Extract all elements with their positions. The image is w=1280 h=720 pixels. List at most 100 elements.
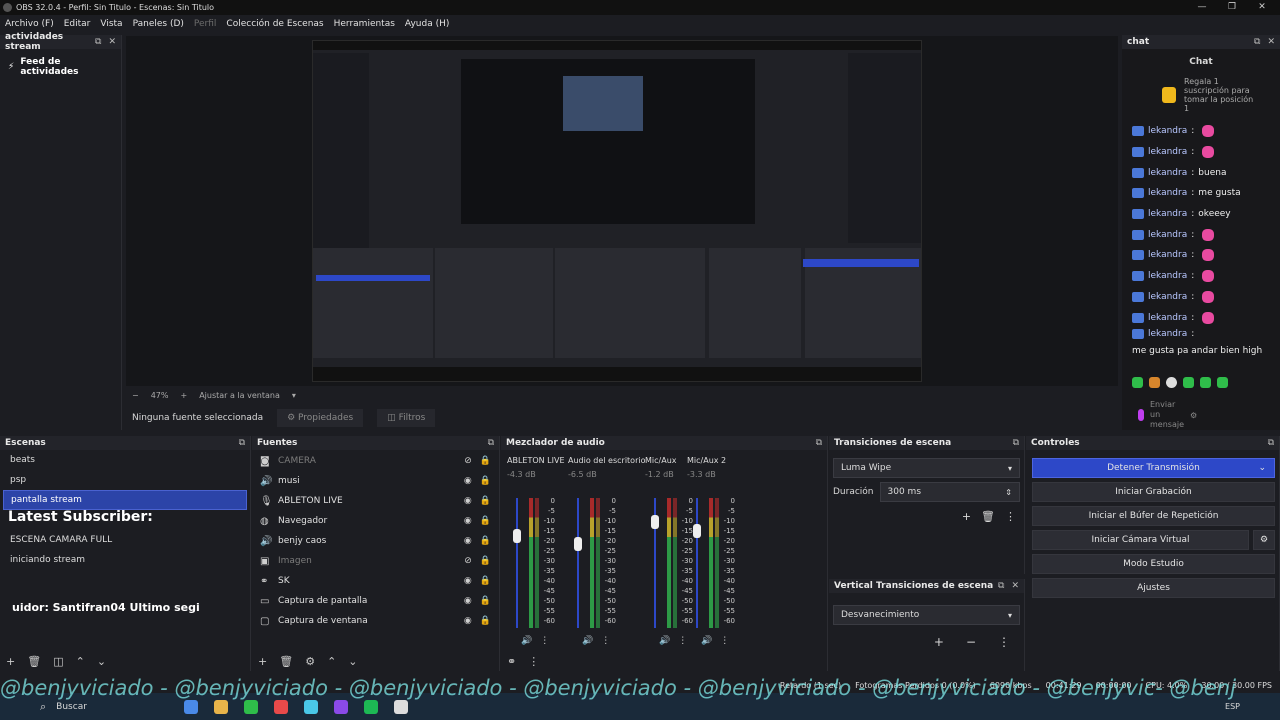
chat-username[interactable]: lekandra <box>1148 250 1187 260</box>
app-icon[interactable] <box>334 699 349 714</box>
move-up-button[interactable]: ⌃ <box>76 655 85 668</box>
start-virtual-camera-button[interactable]: Iniciar Cámara Virtual <box>1032 530 1249 550</box>
add-scene-button[interactable]: + <box>6 655 15 668</box>
remove-vtransition-button[interactable]: − <box>966 635 976 649</box>
emote-icon[interactable] <box>1217 377 1228 388</box>
eye-hidden-icon[interactable]: ⊘ <box>464 456 472 466</box>
float-icon[interactable]: ⧉ <box>998 581 1004 591</box>
lock-icon[interactable]: 🔒 <box>480 616 491 626</box>
stepper-icon[interactable]: ⇕ <box>1005 488 1012 497</box>
app-icon[interactable] <box>274 699 289 714</box>
lock-icon[interactable]: 🔒 <box>480 516 491 526</box>
eye-icon[interactable]: ◉ <box>464 596 472 606</box>
lock-icon[interactable]: 🔒 <box>480 576 491 586</box>
channel-menu-button[interactable]: ⋮ <box>540 636 549 646</box>
float-icon[interactable]: ⧉ <box>816 438 822 448</box>
scene-filters-button[interactable]: ◫ <box>53 655 63 668</box>
float-icon[interactable]: ⧉ <box>1254 37 1260 47</box>
stop-streaming-button[interactable]: Detener Transmisión ⌄ <box>1032 458 1275 478</box>
menu-item[interactable]: Herramientas <box>329 19 400 29</box>
eye-icon[interactable]: ◉ <box>464 576 472 586</box>
speaker-icon[interactable]: 🔊 <box>521 636 532 646</box>
properties-button[interactable]: ⚙ Propiedades <box>277 409 364 427</box>
float-icon[interactable]: ⧉ <box>488 438 494 448</box>
chat-username[interactable]: lekandra <box>1148 230 1187 240</box>
lock-icon[interactable]: 🔒 <box>480 556 491 566</box>
eye-icon[interactable]: ◉ <box>464 536 472 546</box>
float-icon[interactable]: ⧉ <box>1013 438 1019 448</box>
eye-icon[interactable]: ◉ <box>464 476 472 486</box>
zoom-out-button[interactable]: − <box>132 391 139 400</box>
speaker-icon[interactable]: 🔊 <box>582 636 593 646</box>
lock-icon[interactable]: 🔒 <box>480 476 491 486</box>
emote-icon[interactable] <box>1132 377 1143 388</box>
menu-item[interactable]: Paneles (D) <box>128 19 189 29</box>
eye-icon[interactable]: ◉ <box>464 496 472 506</box>
emote-icon[interactable] <box>1200 377 1211 388</box>
chat-input[interactable]: Enviar un mensaje ⚙ <box>1138 400 1197 430</box>
source-item[interactable]: 🔊 benjy caos ◉ 🔒 <box>252 531 499 551</box>
chat-username[interactable]: lekandra <box>1148 271 1187 281</box>
add-transition-button[interactable]: + <box>962 510 971 523</box>
move-down-button[interactable]: ⌄ <box>97 655 106 668</box>
menu-item[interactable]: Vista <box>95 19 127 29</box>
app-icon[interactable] <box>184 699 199 714</box>
menu-item[interactable]: Archivo (F) <box>0 19 59 29</box>
chat-username[interactable]: lekandra <box>1148 292 1187 302</box>
filters-button[interactable]: ◫ Filtros <box>377 409 436 427</box>
chat-username[interactable]: lekandra <box>1148 188 1187 198</box>
mic-icon[interactable] <box>1138 409 1144 421</box>
source-item[interactable]: ◙ CAMERA ⊘ 🔒 <box>252 451 499 471</box>
sub-gift-banner[interactable]: Regala 1 suscripción para tomar la posic… <box>1122 73 1280 121</box>
transition-select[interactable]: Luma Wipe ▾ <box>833 458 1020 478</box>
source-item[interactable]: ◍ Navegador ◉ 🔒 <box>252 511 499 531</box>
volume-knob[interactable] <box>574 537 582 552</box>
taskbar-search[interactable]: Buscar <box>56 702 176 712</box>
volume-slider[interactable] <box>696 498 698 628</box>
chat-username[interactable]: lekandra <box>1148 168 1187 178</box>
channel-menu-button[interactable]: ⋮ <box>601 636 610 646</box>
language-indicator[interactable]: ESP <box>1225 702 1240 711</box>
app-icon[interactable] <box>244 699 259 714</box>
source-item[interactable]: 🔊 musi ◉ 🔒 <box>252 471 499 491</box>
channel-menu-button[interactable]: ⋮ <box>720 636 729 646</box>
activity-feed-link[interactable]: ⚡ Feed de actividades <box>0 49 121 85</box>
search-icon[interactable]: ⌕ <box>40 700 46 714</box>
vtransition-select[interactable]: Desvanecimiento ▾ <box>833 605 1020 625</box>
emote-icon[interactable] <box>1166 377 1177 388</box>
maximize-icon[interactable]: ❐ <box>1220 0 1244 15</box>
settings-icon[interactable]: ⚙ <box>1190 411 1197 420</box>
transition-menu-button[interactable]: ⋮ <box>1005 510 1016 523</box>
remove-transition-button[interactable]: 🗑 <box>981 510 995 523</box>
chat-username[interactable]: lekandra <box>1148 209 1187 219</box>
float-icon[interactable]: ⧉ <box>239 438 245 448</box>
settings-button[interactable]: Ajustes <box>1032 578 1275 598</box>
emote-icon[interactable] <box>1149 377 1160 388</box>
studio-mode-button[interactable]: Modo Estudio <box>1032 554 1275 574</box>
eye-hidden-icon[interactable]: ⊘ <box>464 556 472 566</box>
app-icon[interactable] <box>394 699 409 714</box>
chat-username[interactable]: lekandra <box>1148 313 1187 323</box>
vtransition-menu-button[interactable]: ⋮ <box>998 635 1010 649</box>
add-source-button[interactable]: + <box>258 655 267 668</box>
mixer-menu-button[interactable]: ⋮ <box>528 655 539 668</box>
volume-knob[interactable] <box>651 515 659 530</box>
lock-icon[interactable]: 🔒 <box>480 456 491 466</box>
scene-item[interactable]: beats <box>3 450 247 470</box>
scene-item[interactable]: pantalla stream <box>3 490 247 510</box>
lock-icon[interactable]: 🔒 <box>480 536 491 546</box>
add-vtransition-button[interactable]: + <box>934 635 944 649</box>
scene-item[interactable]: psp <box>3 470 247 490</box>
source-item[interactable]: ⚭ SK ◉ 🔒 <box>252 571 499 591</box>
close-dock-icon[interactable]: ✕ <box>108 37 116 47</box>
menu-item[interactable]: Ayuda (H) <box>400 19 454 29</box>
spotify-icon[interactable] <box>364 699 379 714</box>
scene-item[interactable]: ESCENA CAMARA FULL <box>3 530 247 550</box>
source-item[interactable]: 🎙 ABLETON LIVE ◉ 🔒 <box>252 491 499 511</box>
volume-slider[interactable] <box>577 498 579 628</box>
speaker-icon[interactable]: 🔊 <box>701 636 712 646</box>
move-down-button[interactable]: ⌄ <box>348 655 357 668</box>
menu-item[interactable]: Perfil <box>189 19 222 29</box>
eye-icon[interactable]: ◉ <box>464 616 472 626</box>
remove-source-button[interactable]: 🗑 <box>279 655 293 668</box>
